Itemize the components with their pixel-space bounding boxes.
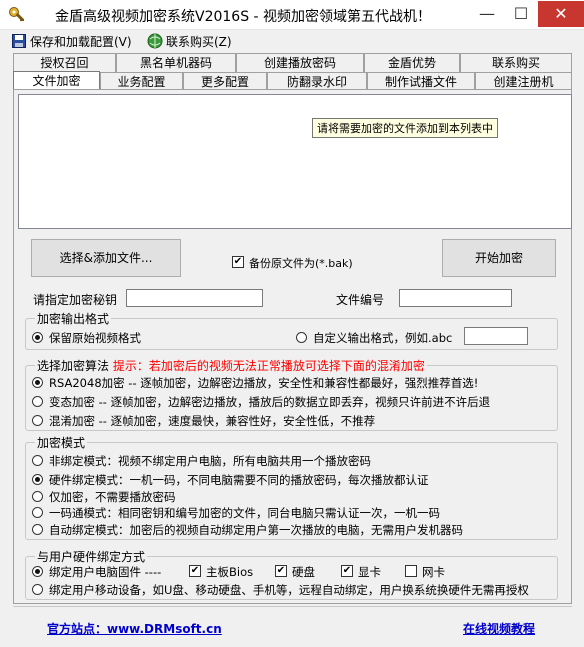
- file-no-input[interactable]: [399, 289, 512, 307]
- backup-label: 备份原文件为(*.bak): [249, 257, 353, 270]
- nic-checkbox[interactable]: [405, 565, 417, 577]
- footer-divider: [13, 606, 572, 607]
- tab-blacklist-machine-code[interactable]: 黑名单机器码: [116, 53, 236, 72]
- close-button[interactable]: ✕: [538, 1, 584, 27]
- backup-checkbox[interactable]: ✔: [232, 256, 244, 268]
- file-list-tooltip: 请将需要加密的文件添加到本列表中: [312, 118, 498, 138]
- menu-save-load-config[interactable]: 保存和加载配置(V): [30, 33, 132, 50]
- contact-globe-icon: [147, 33, 163, 52]
- mode-auto-bind-radio[interactable]: [32, 524, 43, 535]
- bios-label: 主板Bios: [206, 565, 254, 579]
- custom-format-label: 自定义输出格式，例如.abc: [313, 331, 453, 345]
- title-bar: 金盾高级视频加密系统V2016S - 视频加密领域第五代战机！ — ☐ ✕: [0, 0, 584, 30]
- key-input[interactable]: [126, 289, 263, 307]
- app-key-icon[interactable]: [8, 6, 26, 24]
- key-label: 请指定加密秘钥: [33, 293, 118, 307]
- mode-encrypt-only-radio[interactable]: [32, 491, 43, 502]
- algorithm-obfuscate-label: 混淆加密 -- 逐帧加密，速度最快，兼容性好，安全性低，不推荐: [49, 414, 376, 428]
- add-files-label: 选择&添加文件...: [59, 251, 153, 265]
- tab-advantages[interactable]: 金盾优势: [364, 53, 460, 72]
- algorithm-title-bg: 选择加密算法 提示：若加密后的视频无法正常播放可选择下面的混淆加密: [35, 357, 427, 374]
- mode-auto-bind-label: 自动绑定模式：加密后的视频自动绑定用户第一次播放的电脑，无需用户发机器码: [49, 523, 463, 537]
- nic-label: 网卡: [422, 565, 445, 579]
- algorithm-rsa-label: RSA2048加密 -- 逐帧加密，边解密边播放，安全性和兼容性都最好，强烈推荐…: [49, 376, 479, 390]
- algorithm-obfuscate-radio[interactable]: [32, 415, 43, 426]
- tab-license-recall[interactable]: 授权召回: [13, 53, 116, 72]
- custom-format-radio[interactable]: [296, 332, 307, 343]
- gpu-label: 显卡: [358, 565, 381, 579]
- keep-format-radio[interactable]: [32, 332, 43, 343]
- bios-checkbox[interactable]: ✔: [189, 565, 201, 577]
- bind-firmware-label: 绑定用户电脑固件 ----: [49, 565, 162, 579]
- official-site-link[interactable]: 官方站点：www.DRMsoft.cn: [47, 620, 222, 637]
- mode-unbound-radio[interactable]: [32, 455, 43, 466]
- tab-file-encrypt[interactable]: 文件加密: [13, 71, 100, 91]
- tab-contact-buy[interactable]: 联系购买: [460, 53, 572, 72]
- file-list[interactable]: [18, 94, 572, 229]
- mode-encrypt-only-label: 仅加密，不需要播放密码: [49, 490, 176, 504]
- video-tutorial-link[interactable]: 在线视频教程: [463, 620, 535, 637]
- algorithm-extreme-radio[interactable]: [32, 396, 43, 407]
- algorithm-title: 选择加密算法: [37, 359, 110, 373]
- bind-mobile-radio[interactable]: [32, 584, 43, 595]
- file-no-label: 文件编号: [336, 293, 385, 307]
- bind-mobile-label: 绑定用户移动设备，如U盘、移动硬盘、手机等，远程自动绑定，用户换系统换硬件无需再…: [49, 583, 529, 597]
- tab-create-play-password[interactable]: 创建播放密码: [236, 53, 364, 72]
- mode-one-code-radio[interactable]: [32, 507, 43, 518]
- binding-title: 与用户硬件绑定方式: [35, 548, 148, 565]
- start-encrypt-button[interactable]: 开始加密: [442, 239, 556, 277]
- mode-unbound-label: 非绑定模式：视频不绑定用户电脑，所有电脑共用一个播放密码: [49, 454, 371, 468]
- keep-format-label: 保留原始视频格式: [49, 331, 141, 345]
- maximize-button[interactable]: ☐: [504, 1, 538, 27]
- algorithm-rsa-radio[interactable]: [32, 377, 43, 388]
- mode-title: 加密模式: [35, 434, 88, 451]
- output-format-title: 加密输出格式: [35, 310, 112, 327]
- custom-format-input[interactable]: [464, 327, 528, 345]
- minimize-button[interactable]: —: [470, 1, 504, 27]
- disk-checkbox[interactable]: ✔: [275, 565, 287, 577]
- algorithm-extreme-label: 变态加密 -- 逐帧加密，边解密边播放，播放后的数据立即丢弃，视频只许前进不许后…: [49, 395, 491, 409]
- bind-firmware-radio[interactable]: [32, 566, 43, 577]
- window-title: 金盾高级视频加密系统V2016S - 视频加密领域第五代战机！: [55, 9, 432, 25]
- save-disk-icon: [12, 34, 26, 51]
- menu-bar: 保存和加载配置(V) 联系购买(Z): [0, 30, 584, 52]
- start-encrypt-label: 开始加密: [474, 251, 523, 265]
- mode-hardware-label: 硬件绑定模式：一机一码，不同电脑需要不同的播放密码，每次播放都认证: [49, 473, 429, 487]
- menu-contact-buy[interactable]: 联系购买(Z): [166, 33, 232, 50]
- mode-hardware-radio[interactable]: [32, 474, 43, 485]
- algorithm-hint: 提示：若加密后的视频无法正常播放可选择下面的混淆加密: [112, 359, 425, 373]
- add-files-button[interactable]: 选择&添加文件...: [31, 239, 181, 277]
- disk-label: 硬盘: [292, 565, 315, 579]
- mode-one-code-label: 一码通模式：相同密钥和编号加密的文件，同台电脑只需认证一次，一机一码: [49, 506, 440, 520]
- gpu-checkbox[interactable]: ✔: [341, 565, 353, 577]
